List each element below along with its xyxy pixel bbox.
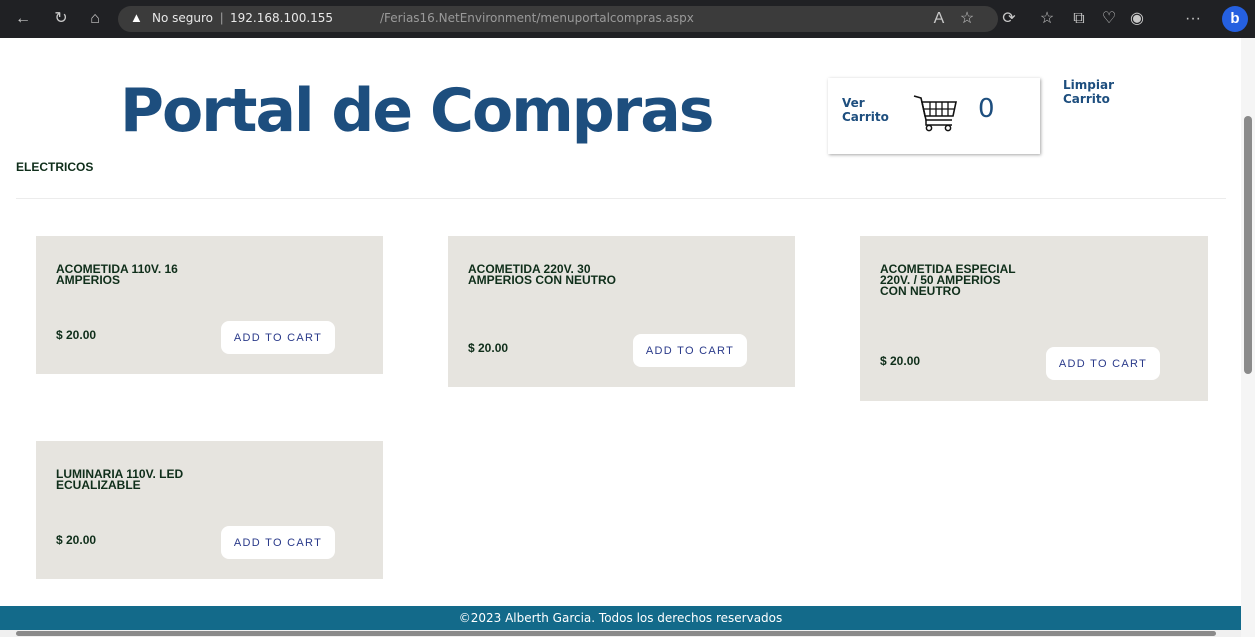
url-path: /Ferias16.NetEnvironment/menuportalcompr… [380, 11, 694, 25]
browser-toolbar: ← ↻ ⌂ ▲ No seguro | 192.168.100.155 /Fer… [0, 0, 1255, 38]
view-cart-link[interactable]: Ver Carrito [842, 96, 892, 124]
product-name: ACOMETIDA 220V. 30 AMPERIOS CON NEUTRO [468, 262, 617, 287]
add-to-cart-button[interactable]: ADD TO CART [1046, 347, 1160, 380]
product-price: $ 20.00 [56, 328, 97, 342]
collections-icon[interactable]: ⧉ [1068, 8, 1090, 30]
bing-icon[interactable]: b [1222, 6, 1248, 32]
add-to-cart-button[interactable]: ADD TO CART [221, 321, 335, 354]
home-icon[interactable]: ⌂ [84, 8, 106, 30]
category-title: ELECTRICOS [16, 160, 94, 174]
page-title: Portal de Compras [120, 76, 714, 146]
product-name: ACOMETIDA 110V. 16 AMPERIOS [56, 262, 178, 287]
product-price: $ 20.00 [468, 341, 509, 355]
shopping-cart-icon[interactable] [912, 90, 958, 138]
product-card: ACOMETIDA 220V. 30 AMPERIOS CON NEUTRO $… [448, 236, 795, 387]
back-icon[interactable]: ← [12, 8, 34, 30]
add-to-cart-button[interactable]: ADD TO CART [221, 526, 335, 559]
address-separator: | [220, 10, 224, 25]
scrollbar-thumb[interactable] [16, 631, 1216, 636]
product-price: $ 20.00 [56, 533, 97, 547]
product-card: ACOMETIDA ESPECIAL 220V. / 50 AMPERIOS C… [860, 236, 1208, 401]
product-name: ACOMETIDA ESPECIAL 220V. / 50 AMPERIOS C… [880, 262, 1016, 298]
favorite-add-icon[interactable]: ☆ [956, 8, 978, 30]
product-card: LUMINARIA 110V. LED ECUALIZABLE $ 20.00 … [36, 441, 383, 579]
read-aloud-icon[interactable]: A [928, 8, 950, 30]
product-price: $ 20.00 [880, 354, 921, 368]
profile-icon[interactable]: ◉ [1126, 8, 1148, 30]
cart-widget: Ver Carrito 0 [828, 78, 1040, 154]
horizontal-scrollbar[interactable] [0, 630, 1241, 637]
warning-icon: ▲ [130, 10, 143, 25]
footer: ©2023 Alberth Garcia. Todos los derechos… [0, 606, 1241, 630]
health-icon[interactable]: ♡ [1098, 8, 1120, 30]
url-host: 192.168.100.155 [230, 11, 334, 25]
extensions-icon[interactable]: ⟳ [998, 8, 1020, 30]
more-icon[interactable]: ··· [1182, 8, 1204, 30]
product-name: LUMINARIA 110V. LED ECUALIZABLE [56, 467, 184, 492]
security-label: No seguro [152, 11, 214, 25]
refresh-icon[interactable]: ↻ [50, 8, 72, 30]
vertical-scrollbar[interactable] [1241, 38, 1255, 637]
divider [16, 198, 1226, 199]
add-to-cart-button[interactable]: ADD TO CART [633, 334, 747, 367]
favorites-icon[interactable]: ☆ [1036, 8, 1058, 30]
address-bar[interactable]: ▲ No seguro | 192.168.100.155 /Ferias16.… [118, 6, 998, 32]
product-card: ACOMETIDA 110V. 16 AMPERIOS $ 20.00 ADD … [36, 236, 383, 374]
cart-count: 0 [978, 94, 995, 124]
scrollbar-thumb[interactable] [1244, 116, 1252, 374]
clear-cart-link[interactable]: Limpiar Carrito [1063, 78, 1123, 106]
